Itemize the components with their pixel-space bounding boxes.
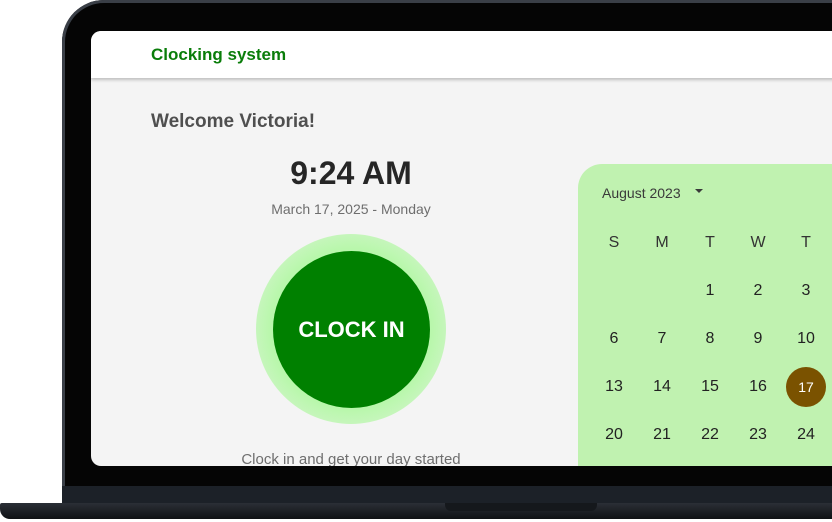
calendar-day[interactable]: 22 [690,415,730,455]
calendar-month-label[interactable]: August 2023 [602,185,681,201]
current-time: 9:24 AM [290,155,412,191]
laptop-bezel [62,486,832,504]
calendar-day[interactable]: 15 [690,367,730,407]
calendar-day[interactable]: 3 [786,271,826,311]
calendar-day[interactable]: 10 [786,319,826,359]
welcome-message: Welcome Victoria! [151,111,316,132]
calendar-day[interactable]: 1 [690,271,730,311]
laptop-mockup: Clocking system Welcome Victoria! 9:24 A… [0,0,832,522]
weekday-header: T [801,234,811,251]
laptop-base [0,503,832,519]
weekday-header: W [750,234,766,251]
calendar-day-selected[interactable]: 17 [786,367,826,407]
clock-in-hint: Clock in and get your day started [241,451,461,466]
calendar-day[interactable]: 24 [786,415,826,455]
weekday-header: T [705,234,715,251]
calendar-day[interactable]: 7 [642,319,682,359]
clock-in-button[interactable]: CLOCK IN [273,251,430,408]
calendar-day[interactable]: 21 [642,415,682,455]
calendar-day[interactable]: 13 [594,367,634,407]
calendar-day[interactable]: 14 [642,367,682,407]
weekday-header: S [608,234,620,251]
calendar-day[interactable]: 2 [738,271,778,311]
weekday-header: M [655,234,669,251]
app-window: Clocking system Welcome Victoria! 9:24 A… [91,31,832,466]
calendar: August 2023 S M T W T 1 2 3 6 7 8 9 10 1… [578,164,832,466]
current-date: March 17, 2025 - Monday [271,201,431,217]
calendar-day[interactable]: 8 [690,319,730,359]
caret-down-icon[interactable] [695,189,703,193]
calendar-day[interactable]: 23 [738,415,778,455]
app-title: Clocking system [151,45,287,64]
calendar-day[interactable]: 6 [594,319,634,359]
calendar-day[interactable]: 16 [738,367,778,407]
app-bar: Clocking system [91,31,832,78]
laptop-base-notch [445,503,597,511]
calendar-day[interactable]: 9 [738,319,778,359]
calendar-day[interactable]: 20 [594,415,634,455]
